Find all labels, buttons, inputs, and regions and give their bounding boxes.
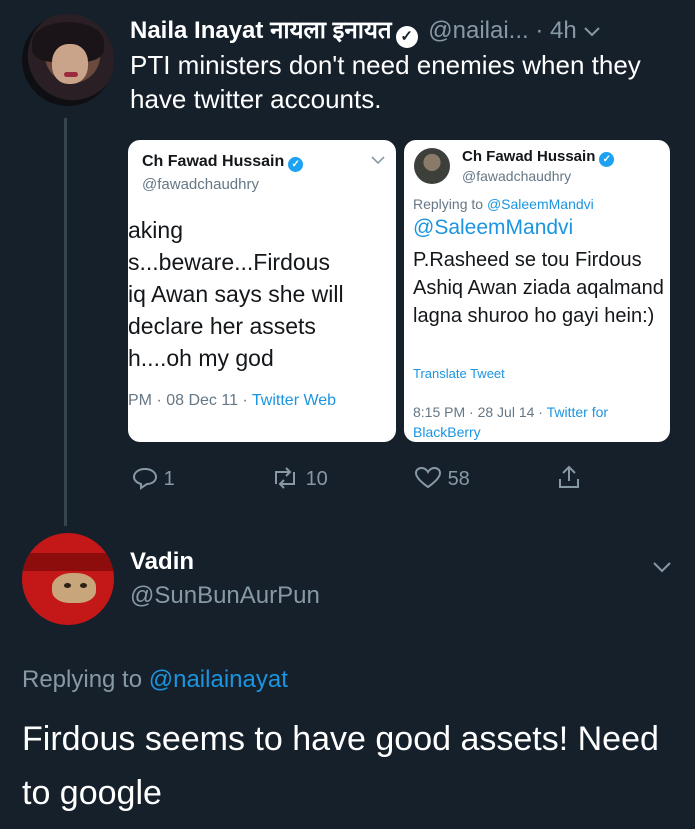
like-button[interactable]: 58 bbox=[414, 464, 470, 494]
tweet-text: Firdous seems to have good assets! Need … bbox=[22, 720, 659, 812]
tweet-text: PTI ministers don't need enemies when th… bbox=[130, 50, 641, 114]
tweet-time[interactable]: 4h bbox=[550, 17, 577, 44]
share-icon bbox=[556, 465, 582, 490]
embed-line: declare her assets bbox=[128, 313, 316, 339]
replying-to-link[interactable]: @nailainayat bbox=[149, 666, 288, 693]
author-avatar[interactable] bbox=[22, 14, 114, 106]
embed-replying-to: Replying to @SaleemMandvi bbox=[413, 196, 594, 212]
embed-mention: @SaleemMandvi bbox=[413, 216, 574, 239]
embed-meta: PM · 08 Dec 11 · Twitter Web bbox=[128, 392, 337, 409]
verified-badge-icon: ✓ bbox=[288, 157, 304, 172]
embed-author-handle: @fawadchaudhry bbox=[142, 176, 259, 193]
embed-meta: 8:15 PM · 28 Jul 14 · Twitter for BlackB… bbox=[413, 404, 609, 440]
author-name[interactable]: Naila Inayat नायला इनायत bbox=[130, 17, 392, 44]
embed-line: iq Awan says she will bbox=[128, 281, 344, 307]
embedded-image-right[interactable]: Ch Fawad Hussain ✓ @fawadchaudhry Replyin… bbox=[404, 140, 670, 442]
tweet-header: Naila Inayat नायला इनायत ✓ @nailai... · 4… bbox=[130, 16, 675, 48]
separator: · bbox=[535, 17, 544, 44]
reply-button[interactable]: 1 bbox=[132, 464, 175, 494]
embed-tweet-text: P.Rasheed se tou Firdous Ashiq Awan ziad… bbox=[413, 249, 664, 327]
retweet-icon bbox=[270, 467, 306, 490]
embed-avatar bbox=[414, 148, 450, 184]
reply-icon bbox=[132, 467, 164, 490]
author-avatar[interactable] bbox=[22, 533, 114, 625]
embed-line: s...beware...Firdous bbox=[128, 249, 330, 275]
translate-tweet-link: Translate Tweet bbox=[413, 366, 505, 381]
embed-author-name: Ch Fawad Hussain ✓ bbox=[142, 153, 304, 172]
heart-icon bbox=[414, 466, 448, 490]
embed-tweet-text: aking s...beware...Firdous iq Awan says … bbox=[128, 214, 396, 374]
embed-author-handle: @fawadchaudhry bbox=[462, 168, 572, 184]
retweet-count: 10 bbox=[305, 468, 328, 490]
replying-prefix: Replying to bbox=[22, 666, 149, 693]
verified-badge-icon: ✓ bbox=[395, 26, 418, 48]
author-handle[interactable]: @SunBunAurPun bbox=[130, 582, 320, 610]
retweet-button[interactable]: 10 bbox=[270, 464, 328, 494]
share-button[interactable] bbox=[556, 464, 582, 494]
embed-line: aking bbox=[128, 217, 183, 243]
author-handle[interactable]: @nailai... bbox=[428, 17, 528, 44]
verified-badge-icon: ✓ bbox=[599, 152, 615, 167]
embedded-image-left[interactable]: Ch Fawad Hussain ✓ @fawadchaudhry aking s… bbox=[128, 140, 396, 442]
chevron-down-icon bbox=[371, 152, 385, 168]
chevron-down-icon[interactable] bbox=[583, 21, 601, 43]
like-count: 58 bbox=[447, 468, 470, 490]
embed-line: h....oh my god bbox=[128, 345, 274, 371]
embed-author-name: Ch Fawad Hussain ✓ bbox=[462, 148, 615, 167]
replying-to: Replying to @nailainayat bbox=[22, 666, 288, 694]
author-name[interactable]: Vadin bbox=[130, 548, 194, 576]
thread-line bbox=[64, 118, 67, 526]
chevron-down-icon[interactable] bbox=[652, 553, 672, 579]
reply-count: 1 bbox=[163, 468, 175, 490]
